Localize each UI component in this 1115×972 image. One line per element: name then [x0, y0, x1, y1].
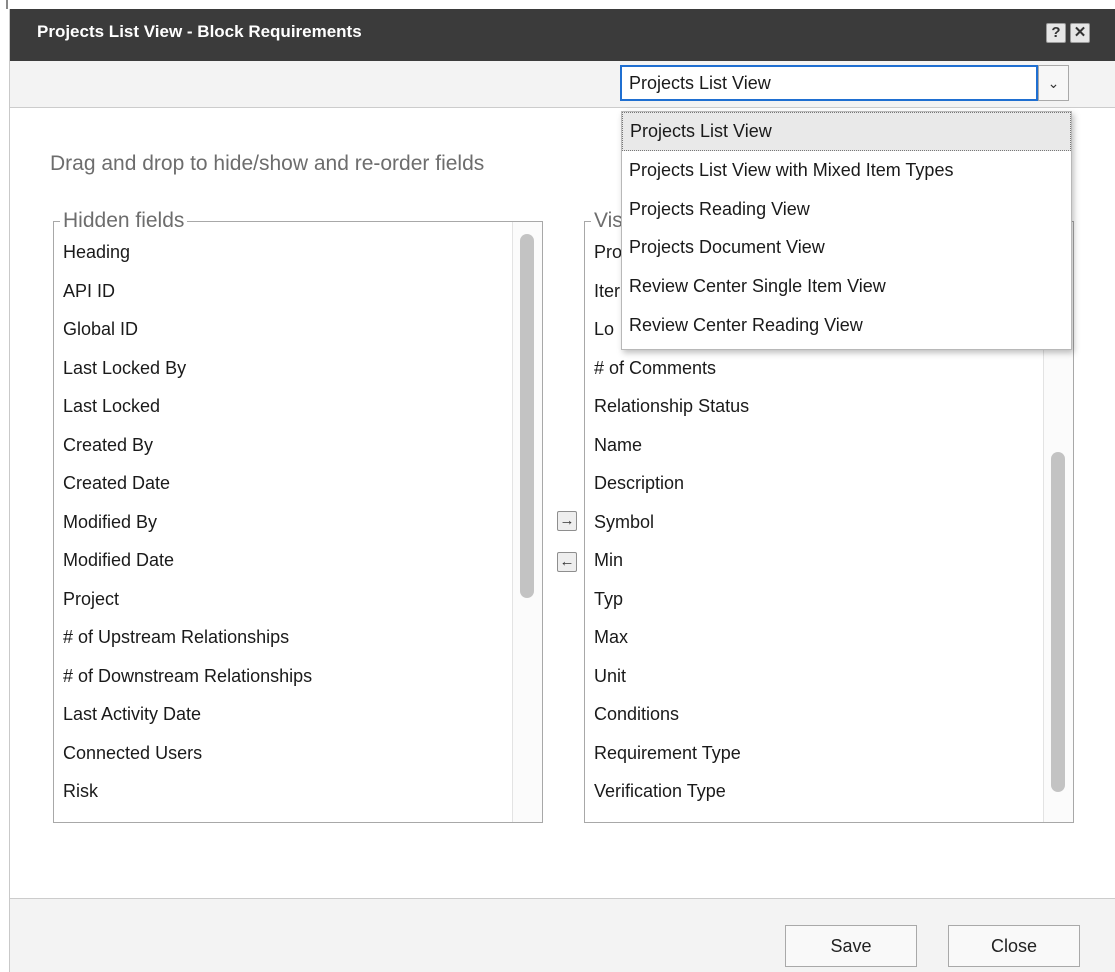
view-select[interactable]: Projects List View	[620, 65, 1038, 101]
hidden-fields-scrollbar[interactable]	[512, 222, 542, 822]
list-item[interactable]: Created By	[63, 426, 503, 465]
instruction-text: Drag and drop to hide/show and re-order …	[50, 152, 485, 175]
dropdown-option[interactable]: Review Center Single Item View	[622, 267, 1071, 306]
list-item[interactable]: Last Activity Date	[63, 695, 503, 734]
dialog-footer: Save Close	[10, 898, 1115, 972]
list-item[interactable]: Unit	[594, 657, 1034, 696]
dropdown-option[interactable]: Projects Document View	[622, 228, 1071, 267]
dropdown-option[interactable]: Projects Reading View	[622, 190, 1071, 229]
close-button[interactable]: Close	[948, 925, 1080, 967]
scrollbar-thumb[interactable]	[520, 234, 534, 598]
list-item[interactable]: Relationship Status	[594, 387, 1034, 426]
hidden-fields-legend: Hidden fields	[60, 210, 188, 232]
dropdown-option[interactable]: Review Center Reading View	[622, 306, 1071, 345]
background-strip	[0, 0, 9, 972]
list-item[interactable]: # of Upstream Relationships	[63, 618, 503, 657]
list-item[interactable]: Requirement Type	[594, 734, 1034, 773]
save-button[interactable]: Save	[785, 925, 917, 967]
dialog-toolbar: Projects List View ⌄	[10, 61, 1115, 108]
scrollbar-thumb[interactable]	[1051, 452, 1065, 792]
close-icon[interactable]: ✕	[1070, 23, 1090, 43]
dropdown-option[interactable]: Projects List View with Mixed Item Types	[622, 151, 1071, 190]
list-item[interactable]: Min	[594, 541, 1034, 580]
view-select-dropdown: Projects List View Projects List View wi…	[621, 111, 1072, 350]
dialog-title: Projects List View - Block Requirements	[37, 22, 362, 41]
list-item[interactable]: Created Date	[63, 464, 503, 503]
list-item[interactable]: Risk	[63, 772, 503, 811]
list-item[interactable]: Project	[63, 580, 503, 619]
move-left-icon[interactable]: ←	[557, 552, 577, 572]
list-item[interactable]: Verification Type	[594, 772, 1034, 811]
list-item[interactable]: Name	[594, 426, 1034, 465]
list-item[interactable]: Modified Date	[63, 541, 503, 580]
list-item[interactable]: Last Locked	[63, 387, 503, 426]
help-icon[interactable]: ?	[1046, 23, 1066, 43]
background-mark	[6, 0, 8, 9]
list-item[interactable]: API ID	[63, 272, 503, 311]
list-item[interactable]: Connected Users	[63, 734, 503, 773]
dropdown-option[interactable]: Projects List View	[622, 112, 1071, 151]
list-item[interactable]: # of Downstream Relationships	[63, 657, 503, 696]
list-item[interactable]: Max	[594, 618, 1034, 657]
list-item[interactable]: Last Locked By	[63, 349, 503, 388]
field-config-dialog: Projects List View - Block Requirements …	[9, 9, 1115, 972]
list-item[interactable]: Heading	[63, 233, 503, 272]
list-item[interactable]: # of Comments	[594, 349, 1034, 388]
dialog-titlebar: Projects List View - Block Requirements …	[10, 9, 1115, 61]
list-item[interactable]: Conditions	[594, 695, 1034, 734]
list-item[interactable]: Symbol	[594, 503, 1034, 542]
list-item[interactable]: Description	[594, 464, 1034, 503]
move-right-icon[interactable]: →	[557, 511, 577, 531]
hidden-fields-list: Heading API ID Global ID Last Locked By …	[63, 233, 503, 811]
chevron-down-icon[interactable]: ⌄	[1038, 65, 1069, 101]
list-item[interactable]: Global ID	[63, 310, 503, 349]
list-item[interactable]: Modified By	[63, 503, 503, 542]
list-item[interactable]: Typ	[594, 580, 1034, 619]
hidden-fields-panel: Hidden fields Heading API ID Global ID L…	[53, 210, 543, 823]
